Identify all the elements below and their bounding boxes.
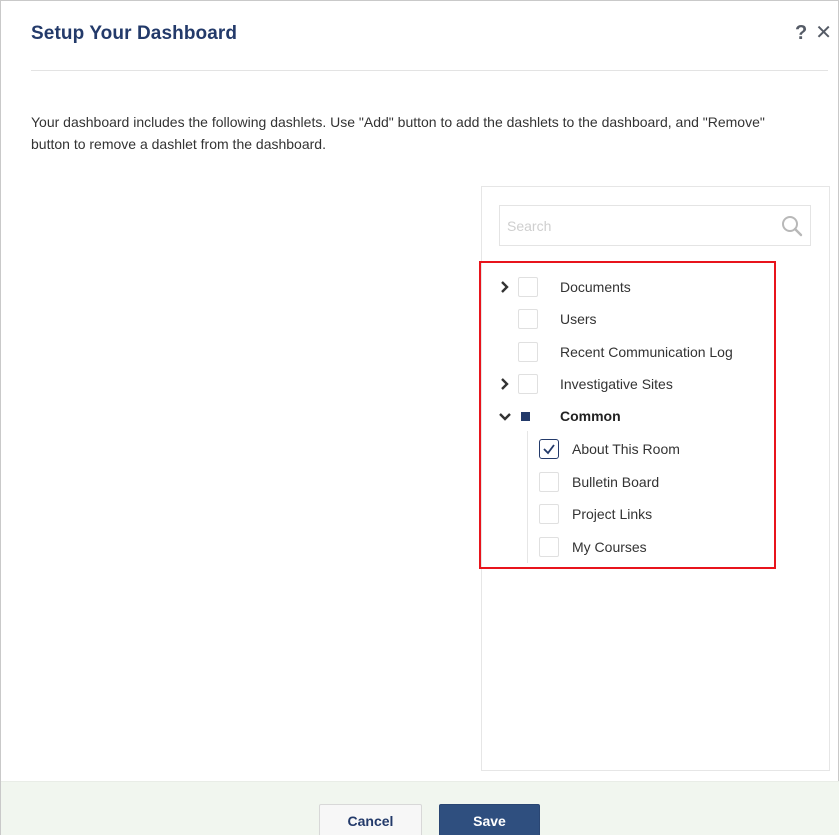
chevron-down-icon[interactable] [498,410,512,424]
chevron-right-icon[interactable] [498,377,512,391]
check-icon [543,444,555,455]
tree-guide-line [527,431,528,563]
checkbox-documents[interactable] [518,277,538,297]
tree-item-label[interactable]: Bulletin Board [572,474,659,490]
dialog-header: Setup Your Dashboard ? ✕ [1,1,838,71]
checkbox-users[interactable] [518,309,538,329]
checkbox-about-this-room[interactable] [539,439,559,459]
save-button[interactable]: Save [439,804,540,835]
header-divider [31,70,828,71]
search-box [499,205,811,246]
checkbox-common[interactable] [515,406,535,426]
cancel-button[interactable]: Cancel [319,804,422,835]
checkbox-my-courses[interactable] [539,537,559,557]
dialog-footer: Cancel Save [1,781,839,835]
setup-dashboard-dialog: Setup Your Dashboard ? ✕ Your dashboard … [0,0,839,835]
search-input[interactable] [500,206,770,245]
checkbox-investigative-sites[interactable] [518,374,538,394]
search-icon[interactable] [781,215,803,237]
header-actions: ? ✕ [795,21,832,45]
tree-item-label[interactable]: Common [560,408,621,424]
tree-item-label[interactable]: My Courses [572,539,647,555]
tree-item-label[interactable]: Recent Communication Log [560,344,733,360]
checkbox-project-links[interactable] [539,504,559,524]
intro-text: Your dashboard includes the following da… [31,114,765,152]
help-icon[interactable]: ? [795,21,807,45]
tree-item-label[interactable]: About This Room [572,441,680,457]
checkbox-bulletin-board[interactable] [539,472,559,492]
dialog-title: Setup Your Dashboard [31,23,238,44]
tree-item-label[interactable]: Project Links [572,506,652,522]
tree-item-label[interactable]: Documents [560,279,631,295]
chevron-right-icon[interactable] [498,280,512,294]
checkbox-recent-communication-log[interactable] [518,342,538,362]
partial-indicator [521,412,530,421]
tree-item-label[interactable]: Investigative Sites [560,376,673,392]
tree-item-label[interactable]: Users [560,311,597,327]
close-icon[interactable]: ✕ [815,21,832,45]
